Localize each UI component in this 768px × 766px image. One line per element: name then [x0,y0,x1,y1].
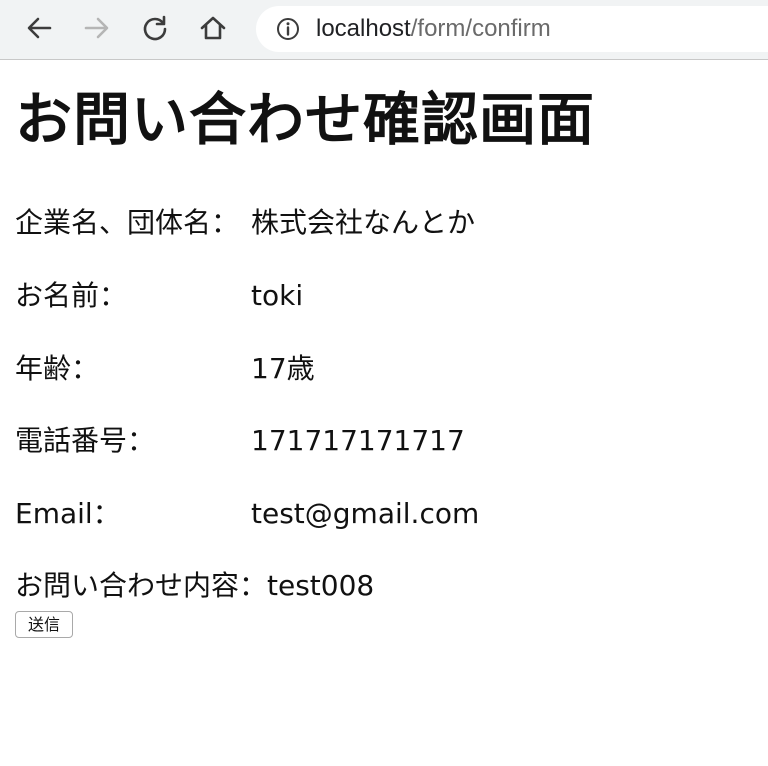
company-value: 株式会社なんとか [251,206,476,239]
submit-button[interactable]: 送信 [15,611,74,638]
email-value: test@gmail.com [251,497,480,530]
age-value: 17歳 [251,352,315,385]
phone-value: 171717171717 [251,424,465,457]
page-title: お問い合わせ確認画面 [15,87,595,153]
arrow-left-icon [27,17,52,39]
name-label: お名前： [15,279,128,312]
page-content: お問い合わせ確認画面 [15,80,755,160]
inquiry-value: test008 [267,569,375,602]
address-bar[interactable]: localhost/form/confirm [256,6,768,52]
url-text: localhost/form/confirm [316,16,551,42]
url-host: localhost [316,15,411,42]
phone-label: 電話番号： [15,424,156,457]
url-path: /form/confirm [410,15,551,42]
home-button[interactable] [195,10,231,46]
reload-icon [143,15,167,41]
inquiry-row: お問い合わせ内容：test008 [15,566,374,606]
browser-toolbar: localhost/form/confirm [0,0,768,60]
home-icon [200,16,226,40]
forward-button[interactable] [79,10,115,46]
name-value: toki [251,279,304,312]
age-label: 年齢： [15,352,100,385]
company-label: 企業名、団体名： [15,206,240,239]
inquiry-label: お問い合わせ内容： [15,569,268,602]
back-button[interactable] [21,10,57,46]
email-label: Email： [15,497,121,530]
reload-button[interactable] [137,10,173,46]
info-icon[interactable] [276,17,300,41]
arrow-right-icon [84,17,109,39]
